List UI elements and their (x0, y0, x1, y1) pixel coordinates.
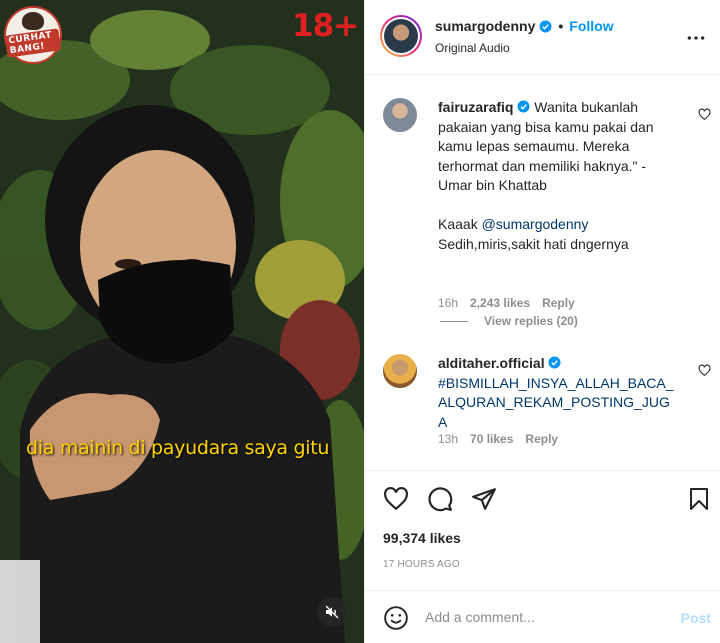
commenter-avatar[interactable] (383, 98, 417, 132)
comment-hashtag-link[interactable]: #BISMILLAH_INSYA_ALLAH_BACA_ALQURAN_REKA… (438, 374, 678, 433)
add-comment-input[interactable] (425, 603, 655, 631)
comment-time: 16h (438, 296, 459, 310)
emoji-icon[interactable] (383, 605, 409, 631)
comment-meta: 16h 2,243 likes Reply (438, 296, 575, 310)
mute-button[interactable] (317, 597, 347, 627)
like-comment-heart-icon[interactable] (698, 364, 711, 377)
owner-username[interactable]: sumargodenny (435, 18, 535, 34)
post-comment-button[interactable]: Post (681, 610, 711, 626)
follow-button[interactable]: Follow (569, 18, 613, 34)
save-bookmark-icon[interactable] (687, 486, 711, 512)
audio-label[interactable]: Original Audio (435, 41, 510, 55)
comment-composer: Post (365, 590, 720, 643)
video-subtitle: dia mainin di payudara saya gitu (26, 437, 330, 459)
comment-body: alditaher.official #BISMILLAH_INSYA_ALLA… (438, 354, 678, 432)
owner-avatar[interactable] (380, 15, 422, 57)
age-rating-badge: 18+ (292, 8, 359, 44)
comment-meta: 13h 70 likes Reply (438, 432, 558, 446)
comment-mention-link[interactable]: @sumargodenny (482, 216, 589, 232)
logo-face-icon (22, 12, 44, 30)
speaker-muted-icon (325, 605, 339, 619)
logo-text: CURHAT BANG! (4, 28, 62, 58)
comment-text-line: Sedih,miris,sakit hati dngernya (438, 235, 629, 252)
comment-text-greeting: Kaaak (438, 216, 482, 232)
owner-line: sumargodenny • Follow (435, 18, 614, 34)
video-frame (0, 0, 364, 643)
post-panel: sumargodenny • Follow Original Audio fai… (364, 0, 720, 643)
comment-body: fairuzarafiq Wanita bukanlah pakaian yan… (438, 98, 678, 254)
verified-badge-icon (539, 20, 552, 32)
reply-button[interactable]: Reply (542, 296, 575, 310)
like-comment-heart-icon[interactable] (698, 108, 711, 121)
post-timestamp: 17 HOURS AGO (383, 559, 460, 570)
comment-username[interactable]: alditaher.official (438, 355, 545, 371)
comment-likes[interactable]: 2,243 likes (470, 296, 530, 310)
channel-logo: CURHAT BANG! (4, 6, 62, 64)
verified-badge-icon (549, 356, 561, 369)
comment-bubble-icon[interactable] (427, 486, 453, 512)
verified-badge-icon (517, 100, 530, 113)
replies-divider-line (440, 320, 468, 322)
more-options-icon[interactable] (686, 28, 706, 48)
view-replies-button[interactable]: View replies (20) (440, 314, 578, 328)
view-replies-label: View replies (20) (484, 314, 578, 328)
like-heart-icon[interactable] (383, 486, 409, 512)
comment-username[interactable]: fairuzarafiq (438, 99, 513, 115)
post-header: sumargodenny • Follow Original Audio (365, 0, 720, 75)
reply-button[interactable]: Reply (525, 432, 558, 446)
commenter-avatar[interactable] (383, 354, 417, 388)
post-likes-count[interactable]: 99,374 likes (383, 530, 461, 546)
post-actions-bar (365, 470, 720, 527)
comments-list: fairuzarafiq Wanita bukanlah pakaian yan… (365, 76, 720, 469)
share-paper-plane-icon[interactable] (471, 486, 497, 512)
comment-likes[interactable]: 70 likes (470, 432, 513, 446)
comment-time: 13h (438, 432, 459, 446)
dot-separator: • (558, 18, 564, 34)
reel-video[interactable]: CURHAT BANG! 18+ dia mainin di payudara … (0, 0, 364, 643)
